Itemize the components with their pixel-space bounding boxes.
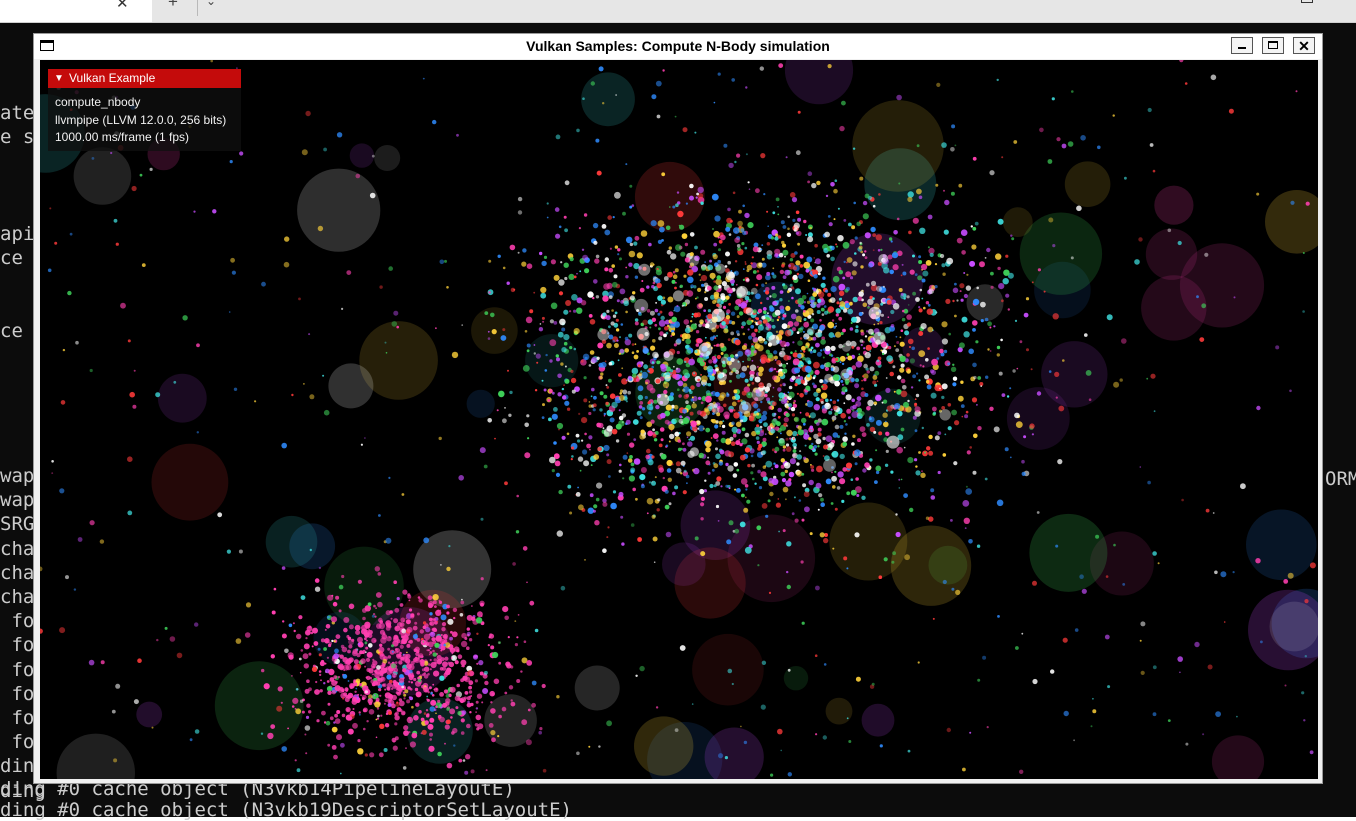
close-button[interactable]: ✕ — [1293, 37, 1315, 54]
collapse-arrow-icon[interactable]: ▼ — [54, 69, 64, 88]
terminal-tab[interactable]: ✕ — [0, 0, 152, 22]
terminal-line: fo — [0, 707, 35, 729]
overlay-header[interactable]: ▼ Vulkan Example — [48, 69, 241, 88]
terminal-line: fo — [0, 610, 35, 633]
maximize-icon — [1268, 41, 1278, 49]
window-title: Vulkan Samples: Compute N-Body simulatio… — [526, 38, 830, 54]
sample-name: compute_nbody — [55, 95, 141, 109]
render-viewport[interactable]: ▼ Vulkan Example compute_nbody llvmpipe … — [40, 60, 1318, 779]
terminal-line: fo — [0, 682, 35, 705]
imgui-overlay-panel[interactable]: ▼ Vulkan Example compute_nbody llvmpipe … — [48, 69, 241, 151]
terminal-line: fo — [0, 634, 35, 657]
terminal-right-fragment: ORM — [1325, 468, 1356, 490]
nbody-particle-field — [40, 60, 1318, 779]
device-name: llvmpipe (LLVM 12.0.0, 256 bits) — [55, 113, 227, 127]
maximize-button[interactable] — [1262, 37, 1284, 54]
window-titlebar[interactable]: Vulkan Samples: Compute N-Body simulatio… — [34, 34, 1322, 59]
tab-dropdown-icon[interactable]: ⌄ — [206, 0, 216, 8]
frame-stats: 1000.00 ms/frame (1 fps) — [55, 130, 190, 144]
terminal-line: ding #0 cache object (N3vkb19DescriptorS… — [0, 799, 572, 821]
overlay-title: Vulkan Example — [69, 71, 156, 85]
minimize-button[interactable] — [1231, 37, 1253, 54]
vulkan-window[interactable]: Vulkan Samples: Compute N-Body simulatio… — [33, 33, 1323, 784]
tab-close-icon[interactable]: ✕ — [116, 0, 129, 11]
tab-divider — [197, 0, 198, 16]
minimize-icon — [1238, 47, 1246, 49]
terminal-line: fo — [0, 731, 35, 754]
terminal-line: fo — [0, 658, 35, 681]
terminal-tab-strip: ✕ + ⌄ — [0, 0, 1356, 23]
close-icon: ✕ — [1298, 38, 1310, 54]
new-tab-button[interactable]: + — [168, 0, 178, 10]
terminal-line: api — [0, 223, 35, 245]
host-window-button[interactable] — [1301, 0, 1313, 3]
